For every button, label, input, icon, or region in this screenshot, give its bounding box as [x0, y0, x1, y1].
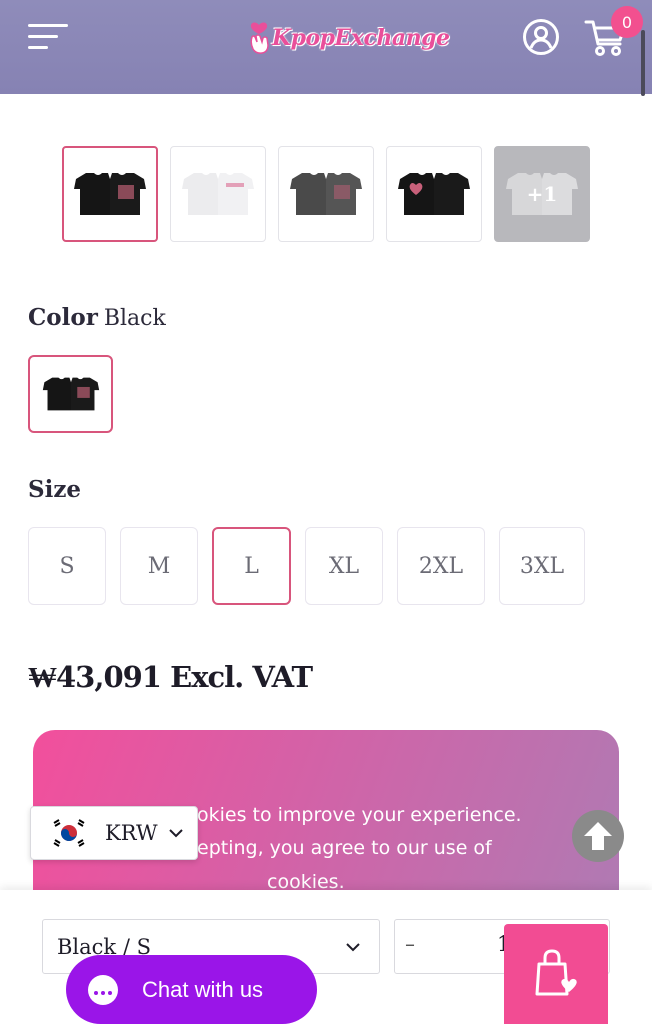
- tshirt-image: [74, 173, 146, 215]
- arrow-up-icon: [584, 822, 612, 850]
- quantity-decrease-button[interactable]: –: [405, 932, 415, 956]
- thumbnail-grey-tee[interactable]: [278, 146, 374, 242]
- size-option-l[interactable]: L: [212, 527, 291, 605]
- chat-label: Chat with us: [142, 976, 264, 1002]
- tshirt-image: [182, 173, 254, 215]
- cookie-text-line-2: epting, you agree to our use of: [197, 837, 492, 859]
- cart-count-badge[interactable]: 0: [611, 6, 643, 38]
- thumbnail-black-tee[interactable]: [62, 146, 158, 242]
- product-thumbnails: +1: [62, 146, 590, 242]
- currency-code: KRW: [105, 821, 158, 845]
- size-option-2xl[interactable]: 2XL: [397, 527, 485, 605]
- color-value: Black: [103, 306, 166, 331]
- menu-icon[interactable]: [28, 24, 68, 50]
- add-to-cart-button[interactable]: [504, 924, 608, 1024]
- chevron-down-icon: [346, 943, 360, 952]
- site-header: KpopExchange 0: [0, 0, 652, 96]
- product-price: ₩43,091 Excl. VAT: [28, 660, 313, 694]
- tshirt-image: [398, 173, 470, 215]
- chat-with-us-button[interactable]: Chat with us: [66, 955, 317, 1024]
- color-label: Color: [28, 304, 98, 331]
- logo-text: KpopExchange: [272, 25, 450, 51]
- scrollbar[interactable]: [641, 30, 645, 96]
- finger-heart-icon: [250, 22, 269, 54]
- south-korea-flag-icon: [49, 817, 89, 849]
- more-images-count: +1: [526, 182, 558, 206]
- chat-bubble-icon: [88, 974, 118, 1005]
- chevron-down-icon: [168, 829, 183, 838]
- size-option-xl[interactable]: XL: [305, 527, 383, 605]
- tshirt-image: [42, 377, 99, 411]
- size-heading: Size: [28, 476, 82, 503]
- currency-selector[interactable]: KRW: [30, 806, 198, 860]
- size-option-s[interactable]: S: [28, 527, 106, 605]
- color-swatch-black[interactable]: [28, 355, 113, 433]
- thumbnail-white-tee[interactable]: [170, 146, 266, 242]
- color-heading: Color Black: [28, 304, 166, 331]
- thumbnail-black-heart-tee[interactable]: [386, 146, 482, 242]
- size-option-m[interactable]: M: [120, 527, 198, 605]
- size-options: S M L XL 2XL 3XL: [28, 527, 585, 605]
- site-logo[interactable]: KpopExchange: [246, 18, 450, 58]
- tshirt-image: [290, 173, 362, 215]
- cookie-text-line-1: okies to improve your experience.: [197, 804, 522, 826]
- account-icon[interactable]: [522, 18, 560, 56]
- thumbnail-more-images[interactable]: +1: [494, 146, 590, 242]
- scroll-to-top-button[interactable]: [572, 810, 624, 862]
- size-option-3xl[interactable]: 3XL: [499, 527, 585, 605]
- shopping-bag-heart-icon: [535, 949, 577, 996]
